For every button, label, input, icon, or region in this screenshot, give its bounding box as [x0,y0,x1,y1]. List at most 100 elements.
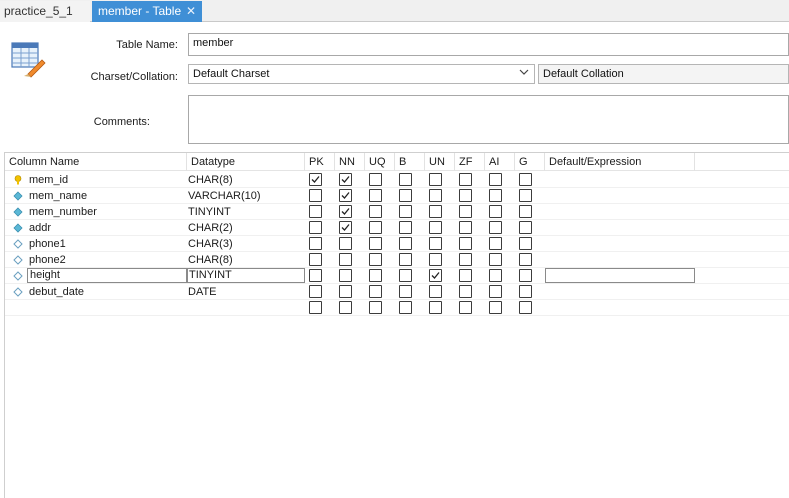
ai-checkbox[interactable] [489,205,502,218]
un-checkbox[interactable] [429,301,442,314]
pk-checkbox[interactable] [309,237,322,250]
pk-checkbox[interactable] [309,205,322,218]
ai-checkbox[interactable] [489,253,502,266]
table-row[interactable] [5,300,789,316]
nn-checkbox[interactable] [339,269,352,282]
nn-checkbox[interactable] [339,301,352,314]
nn-checkbox[interactable] [339,221,352,234]
datatype-cell[interactable]: TINYINT [187,268,305,283]
g-checkbox[interactable] [519,269,532,282]
b-checkbox[interactable] [399,269,412,282]
close-icon[interactable]: ✕ [186,1,196,21]
datatype-cell[interactable]: CHAR(3) [187,236,305,252]
table-row[interactable]: mem_number TINYINT [5,204,789,220]
un-checkbox[interactable] [429,189,442,202]
b-checkbox[interactable] [399,253,412,266]
pk-checkbox[interactable] [309,189,322,202]
tab-member-table[interactable]: member - Table ✕ [92,1,202,22]
column-name-cell[interactable]: mem_id [9,172,187,188]
charset-select[interactable]: Default Charset [188,64,535,84]
header-b[interactable]: B [395,153,425,171]
datatype-cell[interactable] [187,300,305,316]
uq-checkbox[interactable] [369,237,382,250]
g-checkbox[interactable] [519,173,532,186]
ai-checkbox[interactable] [489,301,502,314]
table-row[interactable]: mem_id CHAR(8) [5,172,789,188]
table-row[interactable]: height TINYINT [5,268,789,284]
column-name-cell[interactable]: addr [9,220,187,236]
un-checkbox[interactable] [429,285,442,298]
header-datatype[interactable]: Datatype [187,153,305,171]
column-name-cell[interactable]: debut_date [9,284,187,300]
column-name-cell[interactable]: phone2 [9,252,187,268]
default-expression-input[interactable] [545,268,695,283]
table-row[interactable]: debut_date DATE [5,284,789,300]
header-nn[interactable]: NN [335,153,365,171]
datatype-cell[interactable]: CHAR(8) [187,172,305,188]
column-name-cell[interactable]: mem_number [9,204,187,220]
b-checkbox[interactable] [399,189,412,202]
datatype-cell[interactable]: CHAR(2) [187,220,305,236]
pk-checkbox[interactable] [309,285,322,298]
pk-checkbox[interactable] [309,173,322,186]
un-checkbox[interactable] [429,253,442,266]
column-name-cell[interactable]: height [27,268,187,283]
un-checkbox[interactable] [429,269,442,282]
zf-checkbox[interactable] [459,173,472,186]
nn-checkbox[interactable] [339,253,352,266]
uq-checkbox[interactable] [369,189,382,202]
comments-textarea[interactable] [188,95,789,144]
nn-checkbox[interactable] [339,237,352,250]
g-checkbox[interactable] [519,221,532,234]
ai-checkbox[interactable] [489,285,502,298]
pk-checkbox[interactable] [309,269,322,282]
header-uq[interactable]: UQ [365,153,395,171]
uq-checkbox[interactable] [369,301,382,314]
header-ai[interactable]: AI [485,153,515,171]
uq-checkbox[interactable] [369,269,382,282]
uq-checkbox[interactable] [369,221,382,234]
table-row[interactable]: phone1 CHAR(3) [5,236,789,252]
uq-checkbox[interactable] [369,285,382,298]
header-g[interactable]: G [515,153,545,171]
b-checkbox[interactable] [399,173,412,186]
header-un[interactable]: UN [425,153,455,171]
zf-checkbox[interactable] [459,269,472,282]
header-pk[interactable]: PK [305,153,335,171]
zf-checkbox[interactable] [459,301,472,314]
g-checkbox[interactable] [519,205,532,218]
b-checkbox[interactable] [399,301,412,314]
un-checkbox[interactable] [429,237,442,250]
b-checkbox[interactable] [399,237,412,250]
column-name-cell[interactable]: mem_name [9,188,187,204]
g-checkbox[interactable] [519,285,532,298]
un-checkbox[interactable] [429,173,442,186]
pk-checkbox[interactable] [309,221,322,234]
zf-checkbox[interactable] [459,237,472,250]
header-column-name[interactable]: Column Name [5,153,187,171]
tab-practice-5-1[interactable]: practice_5_1 [0,1,90,22]
zf-checkbox[interactable] [459,221,472,234]
b-checkbox[interactable] [399,221,412,234]
header-zf[interactable]: ZF [455,153,485,171]
g-checkbox[interactable] [519,301,532,314]
un-checkbox[interactable] [429,205,442,218]
nn-checkbox[interactable] [339,173,352,186]
zf-checkbox[interactable] [459,205,472,218]
uq-checkbox[interactable] [369,253,382,266]
ai-checkbox[interactable] [489,173,502,186]
g-checkbox[interactable] [519,253,532,266]
zf-checkbox[interactable] [459,285,472,298]
ai-checkbox[interactable] [489,221,502,234]
nn-checkbox[interactable] [339,205,352,218]
zf-checkbox[interactable] [459,253,472,266]
g-checkbox[interactable] [519,189,532,202]
nn-checkbox[interactable] [339,189,352,202]
table-row[interactable]: mem_name VARCHAR(10) [5,188,789,204]
header-default-expression[interactable]: Default/Expression [545,153,695,171]
b-checkbox[interactable] [399,205,412,218]
column-name-cell[interactable] [9,300,187,316]
table-row[interactable]: addr CHAR(2) [5,220,789,236]
zf-checkbox[interactable] [459,189,472,202]
ai-checkbox[interactable] [489,237,502,250]
